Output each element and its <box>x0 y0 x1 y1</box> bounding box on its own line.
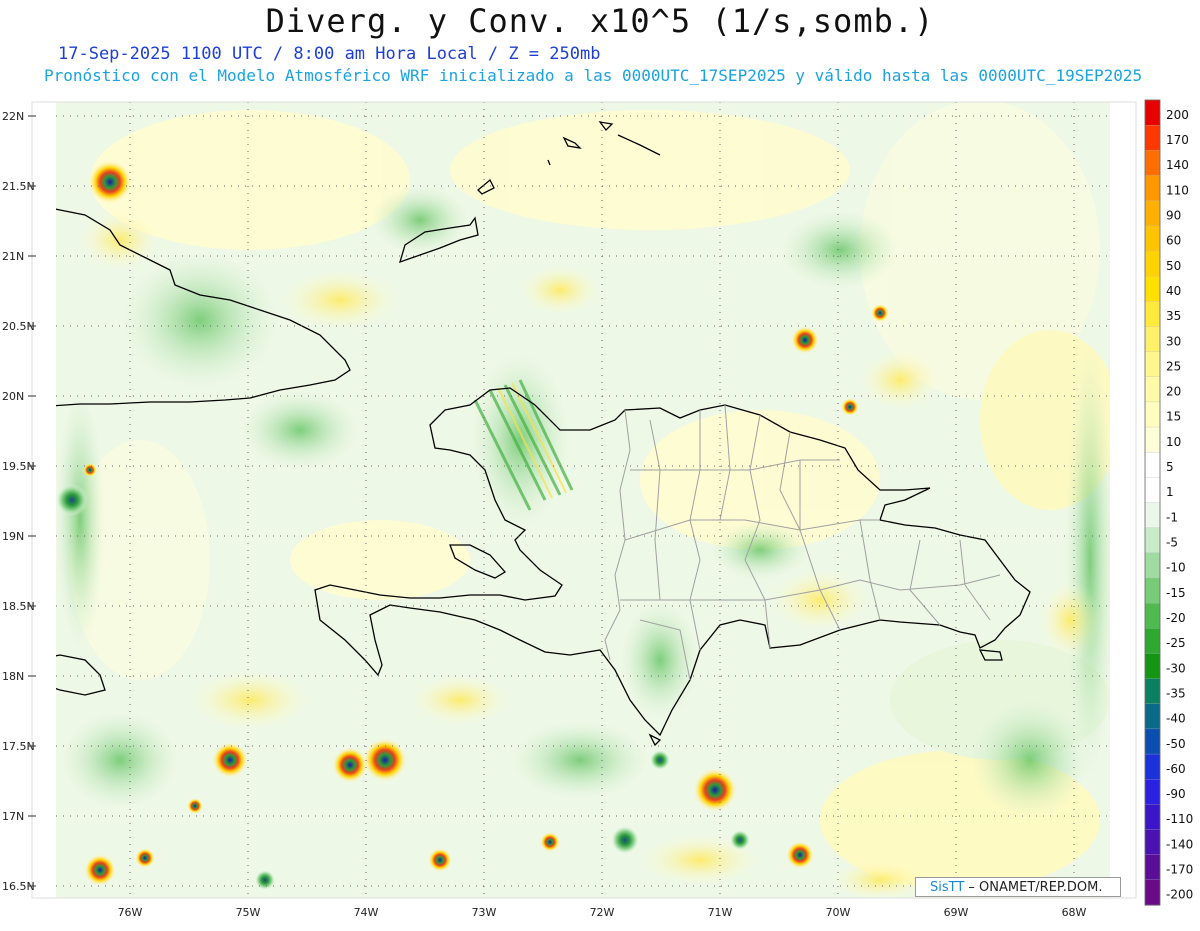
colorbar-swatch <box>1144 502 1161 529</box>
colorbar-label: 35 <box>1166 309 1181 323</box>
latitude-labels: 22N 21.5N 21N 20.5N 20N 19.5N 19N 18.5N … <box>2 110 35 893</box>
colorbar-swatch <box>1144 426 1161 453</box>
colorbar-label: 140 <box>1166 158 1189 172</box>
colorbar-swatch <box>1144 250 1161 277</box>
credit-box: SisTT – ONAMET/REP.DOM. <box>915 877 1121 897</box>
colorbar-label: 110 <box>1166 183 1189 197</box>
lon-label: 70W <box>826 906 851 919</box>
colorbar-swatch <box>1144 829 1161 856</box>
colorbar-swatch <box>1144 125 1161 151</box>
colorbar-label: 20 <box>1166 385 1181 399</box>
lon-label: 69W <box>944 906 969 919</box>
lon-label: 76W <box>118 906 143 919</box>
divergence-field <box>56 102 1110 898</box>
colorbar-swatch <box>1144 602 1161 629</box>
colorbar-swatch <box>1144 678 1161 705</box>
colorbar-label: -35 <box>1166 686 1186 700</box>
colorbar-label: 60 <box>1166 234 1181 248</box>
colorbar-label: 25 <box>1166 359 1181 373</box>
colorbar-swatch <box>1144 477 1161 504</box>
colorbar-swatch <box>1144 804 1161 831</box>
colorbar-swatch <box>1144 351 1161 378</box>
colorbar-label: -90 <box>1166 787 1186 801</box>
colorbar-label: 1 <box>1166 485 1174 499</box>
colorbar-label: 10 <box>1166 435 1181 449</box>
colorbar: 200 170 140 110 90 60 50 40 35 30 25 20 15 10 5 1 -1 -5 -1… <box>1144 99 1193 906</box>
colorbar-label: -30 <box>1166 661 1186 675</box>
colorbar-swatch <box>1144 703 1161 730</box>
colorbar-label: -200 <box>1166 888 1193 902</box>
colorbar-swatch <box>1144 326 1161 353</box>
colorbar-swatch <box>1144 200 1161 227</box>
colorbar-label: -50 <box>1166 737 1186 751</box>
colorbar-swatch <box>1144 452 1161 479</box>
colorbar-label: 15 <box>1166 410 1181 424</box>
colorbar-label: -15 <box>1166 586 1186 600</box>
colorbar-label: 40 <box>1166 284 1181 298</box>
colorbar-swatch <box>1144 728 1161 755</box>
colorbar-swatch <box>1144 552 1161 579</box>
longitude-labels: 76W 75W 74W 73W 72W 71W 70W 69W 68W <box>118 906 1087 919</box>
lon-label: 75W <box>236 906 261 919</box>
colorbar-swatch <box>1144 225 1161 252</box>
colorbar-swatch <box>1144 175 1161 202</box>
lon-label: 74W <box>354 906 379 919</box>
colorbar-label: -140 <box>1166 837 1193 851</box>
colorbar-swatch <box>1144 653 1161 680</box>
credit-brand: SisTT <box>930 880 965 895</box>
colorbar-swatch <box>1144 753 1161 780</box>
colorbar-swatch <box>1144 401 1161 428</box>
lat-label: 17N <box>2 810 24 823</box>
colorbar-swatch <box>1144 376 1161 403</box>
colorbar-label: -10 <box>1166 561 1186 575</box>
colorbar-swatch <box>1144 577 1161 604</box>
colorbar-label: 30 <box>1166 334 1181 348</box>
credit-text: – ONAMET/REP.DOM. <box>964 880 1103 895</box>
map-figure: 22N 21.5N 21N 20.5N 20N 19.5N 19N 18.5N … <box>0 0 1200 927</box>
colorbar-label: -40 <box>1166 712 1186 726</box>
lat-label: 21N <box>2 250 24 263</box>
colorbar-swatch <box>1144 527 1161 554</box>
lon-label: 68W <box>1062 906 1087 919</box>
colorbar-swatch <box>1144 879 1161 906</box>
colorbar-label: 170 <box>1166 133 1189 147</box>
colorbar-label: -170 <box>1166 863 1193 877</box>
lat-label: 20N <box>2 390 24 403</box>
colorbar-label: -1 <box>1166 510 1178 524</box>
lon-label: 71W <box>708 906 733 919</box>
colorbar-swatch <box>1144 150 1161 177</box>
lat-label: 18N <box>2 670 24 683</box>
colorbar-swatch <box>1144 779 1161 806</box>
colorbar-swatch <box>1144 301 1161 328</box>
colorbar-label: -20 <box>1166 611 1186 625</box>
colorbar-label: -110 <box>1166 812 1193 826</box>
colorbar-label: -25 <box>1166 636 1186 650</box>
colorbar-swatch <box>1144 99 1161 126</box>
lon-label: 73W <box>472 906 497 919</box>
colorbar-label: -5 <box>1166 536 1178 550</box>
lat-label: 22N <box>2 110 24 123</box>
colorbar-label: 5 <box>1166 460 1174 474</box>
colorbar-swatch <box>1144 628 1161 655</box>
lat-label: 19N <box>2 530 24 543</box>
colorbar-label: 50 <box>1166 259 1181 273</box>
colorbar-label: -60 <box>1166 762 1186 776</box>
colorbar-label: 90 <box>1166 208 1181 222</box>
colorbar-swatch <box>1144 854 1161 881</box>
colorbar-label: 200 <box>1166 108 1189 122</box>
lon-label: 72W <box>590 906 615 919</box>
colorbar-swatch <box>1144 275 1161 302</box>
